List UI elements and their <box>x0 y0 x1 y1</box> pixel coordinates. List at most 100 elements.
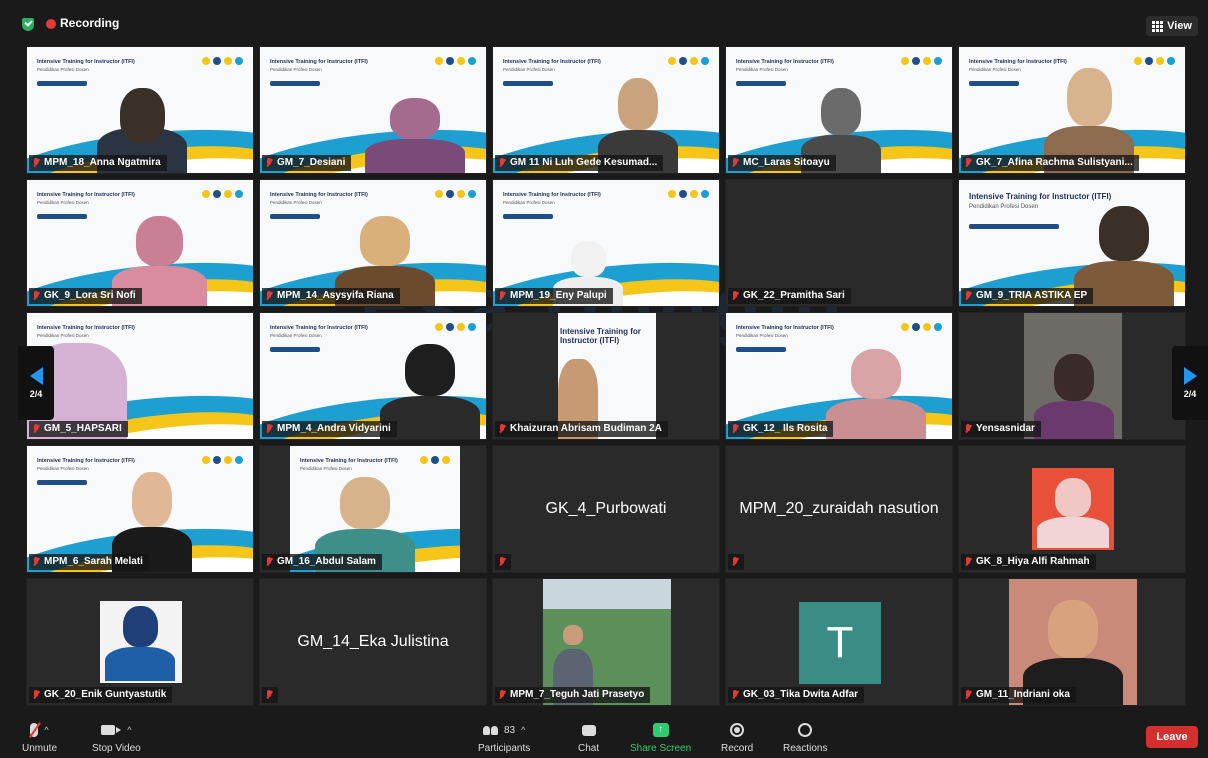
photo-sky <box>543 579 671 609</box>
view-button[interactable]: View <box>1146 16 1198 36</box>
participant-name-tag: GM_5_HAPSARI <box>29 421 128 437</box>
participant-name-tag: MPM_18_Anna Ngatmira <box>29 155 167 171</box>
participant-name-tag: GK_22_Pramitha Sari <box>728 288 851 304</box>
mic-muted-icon <box>499 690 505 700</box>
slide-title: Intensive Training for Instructor (ITFI) <box>503 192 601 198</box>
participant-tile[interactable]: Intensive Training for Instructor (ITFI)… <box>958 46 1186 174</box>
slide-subtitle: Pendidikan Profesi Dosen <box>37 200 89 205</box>
previous-page-button[interactable]: 2/4 <box>18 346 54 420</box>
participant-name-tag: Khaizuran Abrisam Budiman 2A <box>495 421 668 437</box>
chevron-up-icon[interactable]: ^ <box>44 725 48 735</box>
leave-button[interactable]: Leave <box>1146 726 1198 748</box>
mic-muted-icon <box>33 424 39 434</box>
chevron-up-icon[interactable]: ^ <box>127 725 131 735</box>
slide-subtitle: Pendidikan Profesi Dosen <box>736 333 788 338</box>
stop-video-button[interactable]: ^ Stop Video <box>92 720 141 754</box>
chevron-up-icon[interactable]: ^ <box>521 725 525 735</box>
mic-muted-icon <box>266 291 272 301</box>
profile-figure <box>105 606 175 681</box>
mic-muted-icon <box>965 690 971 700</box>
participant-tile[interactable]: MPM_20_zuraidah nasution <box>725 445 953 573</box>
participant-tile[interactable]: Intensive Training for Instructor (ITFI)… <box>259 179 487 307</box>
participants-label: Participants <box>478 743 531 754</box>
top-bar: Recording View <box>0 0 1208 46</box>
share-screen-label: Share Screen <box>630 743 692 754</box>
participant-name-tag <box>728 554 744 570</box>
participant-name-tag: GM_16_Abdul Salam <box>262 554 382 570</box>
participant-tile[interactable]: Intensive Training for Instructor (ITFI)… <box>259 46 487 174</box>
participant-tile[interactable]: Intensive Training for Instructor (ITFI)… <box>26 179 254 307</box>
encryption-shield-icon[interactable] <box>22 18 34 31</box>
participant-tile[interactable]: Intensive Training for Instructor (ITFI)… <box>26 445 254 573</box>
mic-muted-icon <box>33 291 39 301</box>
slide-subtitle: Pendidikan Profesi Dosen <box>270 67 322 72</box>
participant-name-center: MPM_20_zuraidah nasution <box>739 500 939 517</box>
page-indicator-right: 2/4 <box>1183 389 1197 399</box>
grid-view-icon <box>1152 20 1164 32</box>
participant-tile[interactable]: Intensive Training for Instructor (ITFI)… <box>492 179 720 307</box>
participant-tile[interactable]: GK_22_Pramitha Sari <box>725 179 953 307</box>
slide-title: Intensive Training for Instructor (ITFI) <box>736 325 834 331</box>
participant-name-tag: GM_9_TRIA ASTIKA EP <box>961 288 1094 304</box>
recording-label: Recording <box>60 16 120 30</box>
participant-tile[interactable]: Intensive Training for Instructor (ITFI)… <box>958 179 1186 307</box>
participant-tile[interactable]: Intensive Training for Instructor (ITFI)… <box>492 312 720 440</box>
arrow-right-icon <box>1183 367 1197 385</box>
mic-muted-icon <box>965 424 971 434</box>
participant-name-tag: GK_20_Enik Guntyastutik <box>29 687 173 703</box>
participant-tile[interactable]: GK_4_Purbowati <box>492 445 720 573</box>
participant-tile[interactable]: GK_8_Hiya Alfi Rahmah <box>958 445 1186 573</box>
participant-name-tag: GK_8_Hiya Alfi Rahmah <box>961 554 1096 570</box>
participant-name-tag: MPM_4_Andra Vidyarini <box>262 421 397 437</box>
participant-tile[interactable]: GM_14_Eka Julistina <box>259 578 487 706</box>
slide-title: Intensive Training for Instructor (ITFI) <box>270 59 368 65</box>
mic-muted-icon <box>965 291 971 301</box>
slide-subtitle: Pendidikan Profesi Dosen <box>503 67 555 72</box>
participant-tile[interactable]: MPM_7_Teguh Jati Prasetyo <box>492 578 720 706</box>
participant-tile[interactable]: Intensive Training for Instructor (ITFI)… <box>725 46 953 174</box>
unmute-label: Unmute <box>22 743 58 754</box>
participant-name-tag: Yensasnidar <box>961 421 1041 437</box>
view-button-label: View <box>1167 20 1192 32</box>
reactions-icon <box>798 723 813 737</box>
participant-tile[interactable]: GK_20_Enik Guntyastutik <box>26 578 254 706</box>
participants-icon <box>482 725 498 735</box>
mic-muted-icon <box>965 158 971 168</box>
reactions-label: Reactions <box>783 743 828 754</box>
participants-count: 83 <box>503 724 516 736</box>
participant-name-tag: GK_12_ Ils Rosita <box>728 421 834 437</box>
slide-subtitle: Pendidikan Profesi Dosen <box>37 466 89 471</box>
participants-button[interactable]: 83 ^ Participants <box>478 720 531 755</box>
participant-tile[interactable]: Intensive Training for Instructor (ITFI)… <box>259 312 487 440</box>
participant-name-center: GM_14_Eka Julistina <box>297 633 449 650</box>
chat-button[interactable]: Chat <box>578 720 599 754</box>
share-screen-button[interactable]: ↑ Share Screen <box>630 720 691 754</box>
participant-name-tag: MPM_6_Sarah Melati <box>29 554 149 570</box>
slide-title: Intensive Training for Instructor (ITFI) <box>969 192 1112 201</box>
participant-name-tag: MPM_14_Asysyifa Riana <box>262 288 400 304</box>
slide-subtitle: Pendidikan Profesi Dosen <box>969 67 1021 72</box>
stop-video-label: Stop Video <box>92 743 141 754</box>
reactions-button[interactable]: Reactions <box>783 720 827 754</box>
participant-tile[interactable]: Yensasnidar <box>958 312 1186 440</box>
next-page-button[interactable]: 2/4 <box>1172 346 1208 420</box>
participant-tile[interactable]: Intensive Training for Instructor (ITFI)… <box>259 445 487 573</box>
mic-muted-icon <box>732 557 738 567</box>
record-button[interactable]: Record <box>721 720 753 754</box>
slide-title: Intensive Training for Instructor (ITFI) <box>270 192 368 198</box>
participant-tile[interactable]: Intensive Training for Instructor (ITFI)… <box>725 312 953 440</box>
chat-label: Chat <box>578 743 600 754</box>
profile-figure <box>1037 478 1109 548</box>
slide-subtitle: Pendidikan Profesi Dosen <box>503 200 555 205</box>
participant-tile[interactable]: Intensive Training for Instructor (ITFI)… <box>492 46 720 174</box>
mic-muted-icon <box>33 158 39 168</box>
participant-name-tag: GK_7_Afina Rachma Sulistyani... <box>961 155 1139 171</box>
participant-name-tag: MPM_7_Teguh Jati Prasetyo <box>495 687 651 703</box>
unmute-button[interactable]: ^ Unmute <box>22 720 57 754</box>
participant-tile[interactable]: Intensive Training for Instructor (ITFI)… <box>26 312 254 440</box>
share-screen-icon: ↑ <box>652 723 669 737</box>
participant-figure <box>1034 354 1114 439</box>
participant-tile[interactable]: Intensive Training for Instructor (ITFI)… <box>26 46 254 174</box>
participant-tile[interactable]: T GK_03_Tika Dwita Adfar <box>725 578 953 706</box>
participant-tile[interactable]: GM_11_Indriani oka <box>958 578 1186 706</box>
